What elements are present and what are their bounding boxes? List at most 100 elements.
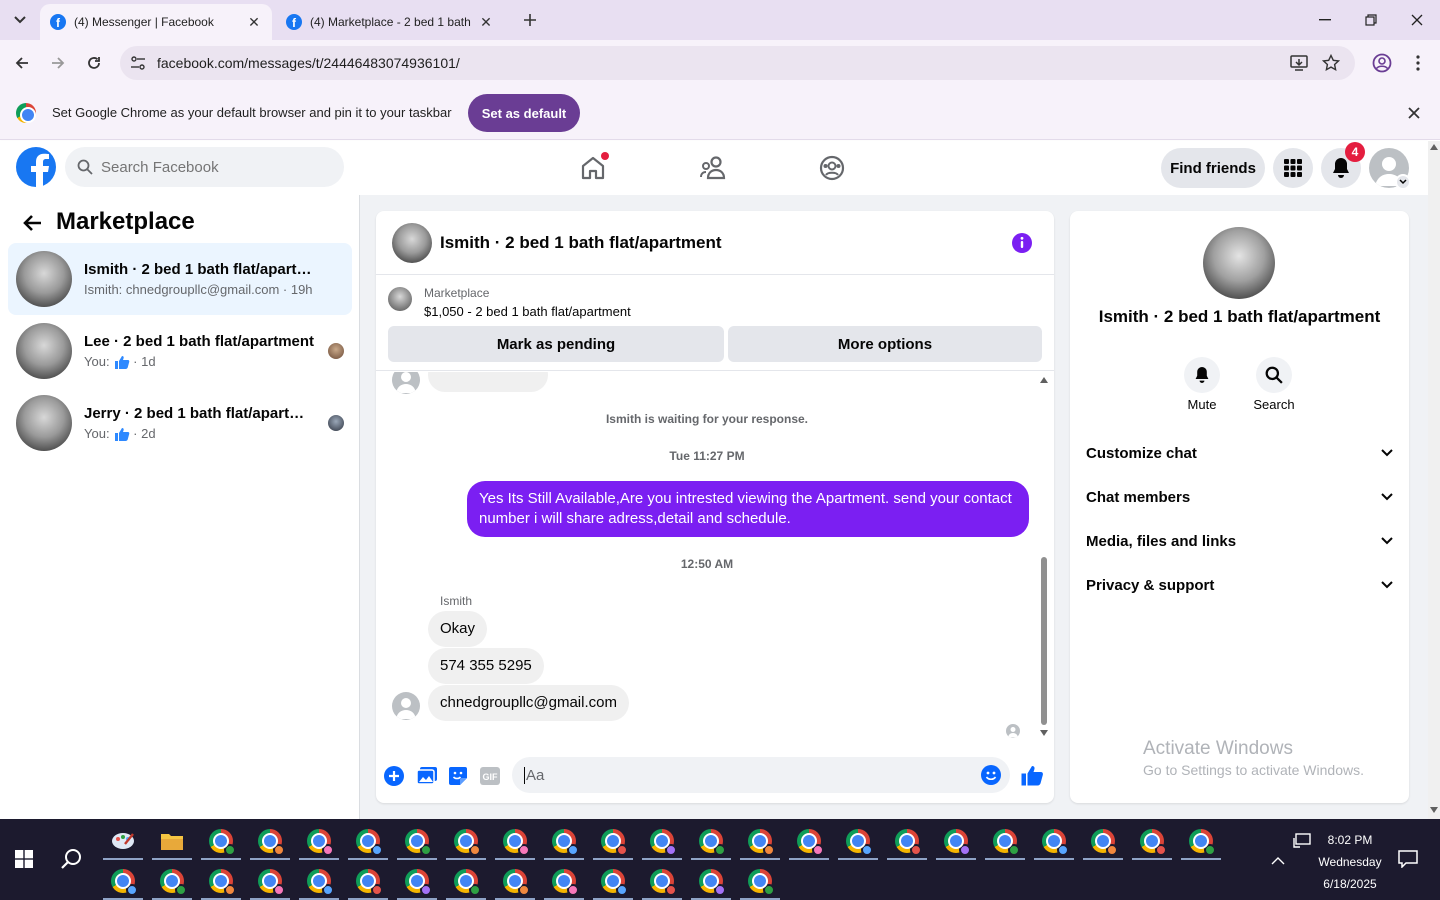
outgoing-message[interactable]: Yes Its Still Available,Are you intreste… bbox=[467, 481, 1029, 537]
browser-menu-button[interactable] bbox=[1404, 49, 1432, 77]
scroll-down-icon[interactable] bbox=[1040, 730, 1048, 736]
nav-groups[interactable] bbox=[807, 148, 857, 188]
taskbar-chrome-window[interactable] bbox=[983, 822, 1027, 860]
customize-chat-section[interactable]: Customize chat bbox=[1086, 431, 1393, 475]
taskbar-chrome-window[interactable] bbox=[1130, 822, 1174, 860]
scrollbar-thumb[interactable] bbox=[1041, 557, 1047, 725]
conversation-ismith[interactable]: Ismith · 2 bed 1 bath flat/apartment Ism… bbox=[8, 243, 352, 315]
taskbar-chrome-window[interactable] bbox=[1179, 822, 1223, 860]
taskbar-paint-app[interactable] bbox=[101, 822, 145, 860]
taskbar-chrome-window[interactable] bbox=[444, 862, 488, 900]
bookmark-star-icon[interactable] bbox=[1322, 54, 1340, 72]
address-bar[interactable]: facebook.com/messages/t/2444648307493610… bbox=[120, 46, 1355, 80]
incoming-message[interactable]: Okay bbox=[428, 611, 488, 647]
close-window-button[interactable] bbox=[1394, 0, 1440, 40]
message-input-wrapper[interactable]: Aa bbox=[512, 757, 1010, 793]
photo-icon[interactable] bbox=[416, 766, 438, 786]
close-tab-icon[interactable]: ✕ bbox=[478, 14, 494, 30]
search-input[interactable] bbox=[101, 158, 321, 176]
mute-button[interactable] bbox=[1184, 357, 1220, 393]
taskbar-chrome-window[interactable] bbox=[738, 822, 782, 860]
back-to-chats-button[interactable] bbox=[20, 211, 44, 235]
account-menu-chevron[interactable] bbox=[1395, 174, 1411, 190]
taskbar-chrome-window[interactable] bbox=[836, 822, 880, 860]
close-infobar-icon[interactable] bbox=[1408, 107, 1420, 119]
more-options-button[interactable]: More options bbox=[728, 326, 1042, 362]
taskbar-chrome-window[interactable] bbox=[395, 822, 439, 860]
taskbar-chrome-window[interactable] bbox=[934, 822, 978, 860]
taskbar-chrome-window[interactable] bbox=[738, 862, 782, 900]
sticker-icon[interactable] bbox=[448, 766, 468, 786]
taskbar-chrome-window[interactable] bbox=[248, 862, 292, 900]
chat-members-section[interactable]: Chat members bbox=[1086, 475, 1393, 519]
new-tab-button[interactable] bbox=[518, 8, 542, 32]
action-center-button[interactable] bbox=[1396, 847, 1420, 871]
forward-button[interactable] bbox=[44, 49, 72, 77]
taskbar-chrome-window[interactable] bbox=[199, 822, 243, 860]
taskbar-chrome-window[interactable] bbox=[297, 822, 341, 860]
profile-button[interactable] bbox=[1368, 49, 1396, 77]
taskbar-chrome-window[interactable] bbox=[346, 822, 390, 860]
conversation-lee[interactable]: Lee · 2 bed 1 bath flat/apartment You: ·… bbox=[8, 315, 352, 387]
start-button[interactable] bbox=[0, 839, 48, 879]
media-files-links-section[interactable]: Media, files and links bbox=[1086, 519, 1393, 563]
taskbar-chrome-window[interactable] bbox=[591, 822, 635, 860]
conversation-jerry[interactable]: Jerry · 2 bed 1 bath flat/apartment You:… bbox=[8, 387, 352, 459]
close-tab-icon[interactable]: ✕ bbox=[246, 14, 262, 30]
minimize-button[interactable] bbox=[1302, 0, 1348, 40]
taskbar-chrome-window[interactable] bbox=[199, 862, 243, 900]
taskbar-chrome-window[interactable] bbox=[689, 822, 733, 860]
mark-as-pending-button[interactable]: Mark as pending bbox=[388, 326, 724, 362]
facebook-search[interactable] bbox=[65, 147, 344, 187]
set-as-default-button[interactable]: Set as default bbox=[468, 94, 580, 132]
taskbar-chrome-window[interactable] bbox=[885, 822, 929, 860]
nav-home[interactable] bbox=[568, 148, 618, 188]
listing-thumbnail[interactable] bbox=[388, 287, 412, 311]
taskbar-chrome-window[interactable] bbox=[1081, 822, 1125, 860]
scroll-up-icon[interactable] bbox=[1040, 377, 1048, 383]
notifications-button[interactable]: 4 bbox=[1321, 142, 1365, 188]
message-input[interactable]: Aa bbox=[524, 766, 544, 784]
thread-scrollbar[interactable] bbox=[1038, 372, 1050, 749]
incoming-message[interactable]: chnedgroupllc@gmail.com bbox=[428, 685, 629, 721]
taskbar-chrome-window[interactable] bbox=[150, 862, 194, 900]
taskbar-chrome-window[interactable] bbox=[101, 862, 145, 900]
facebook-logo-icon[interactable] bbox=[16, 147, 56, 187]
taskbar-chrome-window[interactable] bbox=[493, 862, 537, 900]
find-friends-button[interactable]: Find friends bbox=[1161, 148, 1265, 188]
thumbs-up-send-icon[interactable] bbox=[1020, 764, 1044, 786]
conversation-avatar[interactable] bbox=[1203, 227, 1275, 299]
taskbar-chrome-window[interactable] bbox=[1032, 822, 1076, 860]
scroll-down-icon[interactable] bbox=[1430, 807, 1438, 813]
back-button[interactable] bbox=[8, 49, 36, 77]
taskbar-chrome-window[interactable] bbox=[444, 822, 488, 860]
search-in-conversation-button[interactable] bbox=[1256, 357, 1292, 393]
taskbar-chrome-window[interactable] bbox=[346, 862, 390, 900]
gif-icon[interactable]: GIF bbox=[479, 766, 501, 786]
taskbar-chrome-window[interactable] bbox=[493, 822, 537, 860]
menu-button[interactable] bbox=[1273, 148, 1313, 188]
plus-circle-icon[interactable] bbox=[384, 766, 404, 786]
chat-avatar[interactable] bbox=[392, 222, 432, 263]
site-settings-icon[interactable] bbox=[130, 56, 146, 70]
taskbar-chrome-window[interactable] bbox=[395, 862, 439, 900]
tab-marketplace[interactable]: f (4) Marketplace - 2 bed 1 bath flat/ap… bbox=[276, 4, 508, 40]
taskbar-chrome-window[interactable] bbox=[248, 822, 292, 860]
taskbar-chrome-window[interactable] bbox=[297, 862, 341, 900]
reload-button[interactable] bbox=[80, 49, 108, 77]
tab-search-button[interactable] bbox=[6, 6, 34, 34]
taskbar-search-button[interactable] bbox=[50, 839, 94, 879]
taskbar-file-explorer[interactable] bbox=[150, 822, 194, 860]
privacy-support-section[interactable]: Privacy & support bbox=[1086, 563, 1393, 607]
nav-friends[interactable] bbox=[688, 148, 738, 188]
system-clock[interactable]: 8:02 PM Wednesday 6/18/2025 bbox=[1310, 829, 1390, 895]
taskbar-chrome-window[interactable] bbox=[689, 862, 733, 900]
tab-messenger[interactable]: f (4) Messenger | Facebook ✕ bbox=[40, 4, 272, 40]
install-app-icon[interactable] bbox=[1290, 54, 1308, 72]
restore-button[interactable] bbox=[1348, 0, 1394, 40]
taskbar-chrome-window[interactable] bbox=[542, 862, 586, 900]
scroll-up-icon[interactable] bbox=[1430, 144, 1438, 150]
taskbar-chrome-window[interactable] bbox=[542, 822, 586, 860]
taskbar-chrome-window[interactable] bbox=[640, 822, 684, 860]
show-hidden-icons-button[interactable] bbox=[1266, 849, 1290, 873]
